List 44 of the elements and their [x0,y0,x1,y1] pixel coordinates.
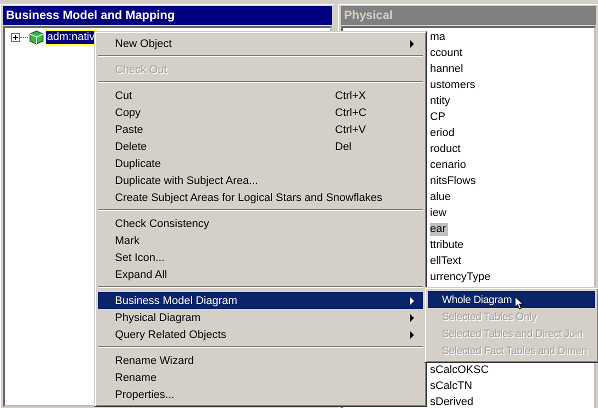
tree-node[interactable]: sCalcOKSC [430,364,491,376]
menu-item[interactable]: Copy Ctrl+C [98,104,423,121]
tree-node[interactable]: CP [430,110,448,124]
tree-node[interactable]: urrencyType [430,270,493,284]
tree-node[interactable]: ustomers [430,78,478,92]
tree-node[interactable]: sDerived [430,396,476,408]
tree-node[interactable]: hannel [430,62,466,76]
menu-item[interactable]: Paste Ctrl+V [98,121,423,138]
tree-node[interactable]: nitsFlows [430,174,478,188]
menu-item[interactable]: Check Consistency [98,215,423,232]
tree-node[interactable]: ccount [430,46,464,60]
menu-item[interactable]: Physical Diagram [98,309,423,326]
menu-item[interactable]: Duplicate [98,155,423,172]
menu-item[interactable]: Create Subject Areas for Logical Stars and Snowflakes [98,189,423,206]
cursor-icon [514,296,524,310]
tree-node[interactable]: ma [430,30,448,44]
tree-node[interactable]: ntity [430,94,452,108]
menu-item[interactable]: Delete Del [98,138,423,155]
menu-item[interactable]: New Object [98,35,423,52]
tree-node[interactable]: sCalcTN [430,380,474,392]
menu-item[interactable]: Rename Wizard [98,352,423,369]
menu-item[interactable]: Expand All [98,266,423,283]
tree-node[interactable]: alue [430,190,453,204]
menu-item[interactable]: Business Model Diagram [98,292,423,309]
menu-item[interactable]: Whole Diagram [428,291,595,308]
menu-item[interactable]: Set Icon... [98,249,423,266]
tree-node[interactable]: cenario [430,158,468,172]
menu-item[interactable]: Properties... [98,386,423,403]
tree-node[interactable]: eriod [430,126,456,140]
menu-item[interactable]: Cut Ctrl+X [98,87,423,104]
tree-node[interactable]: ellText [430,254,464,268]
menu-item[interactable]: Duplicate with Subject Area... [98,172,423,189]
menu-item[interactable]: Query Related Objects [98,326,423,343]
menu-item[interactable]: Mark [98,232,423,249]
panel-title: Physical [341,6,596,25]
tree-node[interactable]: iew [430,206,449,220]
panel-title: Business Model and Mapping [3,6,332,25]
tree-node[interactable]: adm:nativ [46,30,96,44]
expand-icon[interactable] [11,32,20,42]
tree-node[interactable]: roduct [430,142,463,156]
tree-node[interactable]: ear [430,222,448,236]
cube-icon [29,30,44,44]
tree-node[interactable]: ttribute [430,238,466,252]
menu-item[interactable]: Rename [98,369,423,386]
